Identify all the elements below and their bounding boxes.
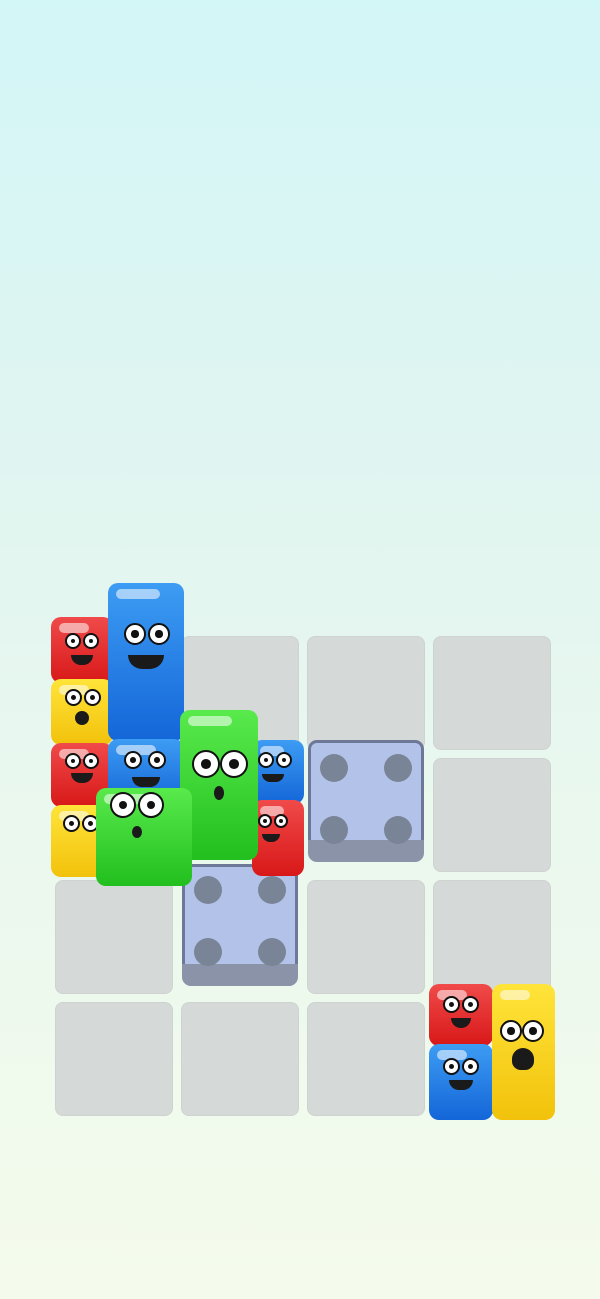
red-jelly[interactable]	[252, 800, 304, 876]
board-cell[interactable]	[433, 758, 551, 872]
blue-jelly[interactable]	[108, 583, 184, 741]
board-cell[interactable]	[55, 880, 173, 994]
board-cell[interactable]	[181, 1002, 299, 1116]
board-cell[interactable]	[307, 1002, 425, 1116]
blue-jelly[interactable]	[252, 740, 304, 804]
empty-slot[interactable]	[182, 864, 298, 986]
board-cell[interactable]	[307, 636, 425, 750]
yellow-jelly[interactable]	[492, 984, 555, 1120]
board-cell[interactable]	[307, 880, 425, 994]
board-cell[interactable]	[433, 636, 551, 750]
slot-pip	[384, 754, 412, 782]
slot-pip	[320, 754, 348, 782]
red-jelly[interactable]	[429, 984, 493, 1046]
empty-slot[interactable]	[308, 740, 424, 862]
yellow-jelly[interactable]	[51, 679, 113, 745]
green-jelly[interactable]	[96, 788, 192, 886]
slot-base	[182, 964, 298, 986]
slot-base	[308, 840, 424, 862]
board-cell[interactable]	[433, 880, 551, 994]
slot-pip	[320, 816, 348, 844]
board-cell[interactable]	[55, 1002, 173, 1116]
red-jelly[interactable]	[51, 617, 113, 683]
slot-pip	[194, 938, 222, 966]
slot-pip	[384, 816, 412, 844]
blue-jelly[interactable]	[429, 1044, 493, 1120]
slot-pip	[258, 876, 286, 904]
game-screen: { "game": { "board": {"columns": 4, "row…	[0, 0, 600, 1299]
slot-pip	[258, 938, 286, 966]
slot-pip	[194, 876, 222, 904]
